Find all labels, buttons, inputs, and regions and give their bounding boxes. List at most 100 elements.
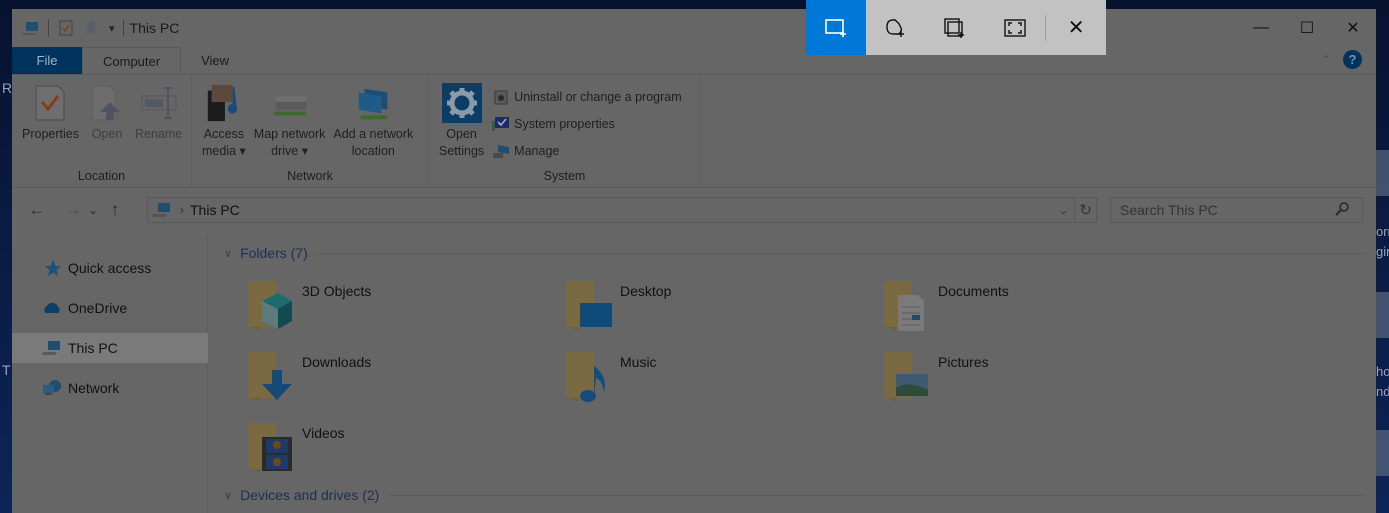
address-bar[interactable]: › This PC ⌄ (147, 197, 1075, 223)
ribbon-group-system: Open Settings Uninstall or change a prog… (429, 76, 701, 187)
desktop-label: T (2, 362, 11, 378)
folder-name: Downloads (302, 354, 372, 370)
recent-locations-button[interactable]: ⌄ (86, 203, 100, 217)
folder-item-downloads[interactable]: Downloads (246, 348, 546, 408)
chevron-down-icon[interactable]: ∨ (224, 247, 232, 260)
sidebar-item-this-pc[interactable]: This PC (12, 333, 208, 363)
folder-name: Pictures (938, 354, 989, 370)
network-icon (43, 380, 61, 395)
sidebar-item-network[interactable]: Network (12, 373, 208, 403)
3d-objects-folder-icon (248, 281, 292, 331)
network-location-icon (359, 88, 388, 120)
up-button[interactable]: ↑ (102, 200, 128, 220)
media-server-icon (207, 84, 238, 122)
ribbon: Properties Open Rename Location Access m… (12, 76, 1376, 188)
tab-file[interactable]: File (12, 47, 82, 74)
devices-header-label: Devices and drives (2) (240, 487, 380, 503)
collapse-ribbon-icon[interactable]: ⌃ (1321, 53, 1331, 67)
open-label: Open (91, 127, 123, 141)
help-icon[interactable]: ? (1343, 50, 1362, 69)
sidebar-item-quick-access[interactable]: Quick access (12, 253, 208, 283)
snip-close-button[interactable]: ✕ (1046, 0, 1106, 55)
desktop-label: gin (1376, 244, 1389, 259)
desktop-label: orr (1376, 224, 1389, 239)
folder-item-music[interactable]: Music (564, 348, 864, 408)
sidebar-label: Network (68, 380, 120, 396)
folder-item-desktop[interactable]: Desktop (564, 277, 864, 337)
open-settings-label: Open (446, 127, 477, 141)
content-pane: ∨ Folders (7) 3D Objects Desktop Documen… (212, 235, 1364, 513)
manage-label: Manage (514, 143, 560, 158)
open-settings-label-2: Settings (439, 144, 485, 158)
manage-button[interactable]: Manage (492, 140, 681, 161)
folder-name: 3D Objects (302, 283, 372, 299)
desktop-file-icon[interactable] (1376, 292, 1389, 338)
breadcrumb-separator-icon[interactable]: › (180, 203, 184, 217)
close-button[interactable]: ✕ (1330, 9, 1376, 47)
settings-gear-icon (441, 83, 482, 123)
chevron-down-icon[interactable]: ∨ (224, 489, 232, 502)
address-dropdown-icon[interactable]: ⌄ (1059, 204, 1068, 217)
new-folder-icon[interactable] (83, 20, 101, 36)
network-drive-icon (273, 96, 306, 116)
desktop-right-edge: orr gin ho nd (1376, 0, 1389, 513)
ribbon-group-network: Access media ▾ Map network drive ▾ Add a… (192, 76, 429, 187)
sidebar-label: Quick access (68, 260, 152, 276)
folder-item-videos[interactable]: Videos (246, 419, 546, 479)
divider (317, 252, 1364, 254)
minimize-button[interactable]: — (1238, 9, 1284, 47)
uninstall-program-button[interactable]: Uninstall or change a program (492, 86, 682, 107)
sidebar-item-onedrive[interactable]: OneDrive (12, 293, 208, 323)
fullscreen-snip-button[interactable] (985, 0, 1045, 55)
desktop-left-edge: R T (0, 0, 12, 513)
separator (48, 19, 49, 37)
system-properties-button[interactable]: System properties (492, 113, 681, 134)
desktop-folder-icon (566, 281, 612, 331)
folder-item-pictures[interactable]: Pictures (882, 348, 1182, 408)
snip-toolbar: ✕ (806, 0, 1106, 55)
search-icon[interactable] (1334, 201, 1350, 217)
back-button[interactable]: ← (24, 200, 50, 220)
properties-icon (35, 85, 65, 121)
refresh-button[interactable]: ↻ (1075, 197, 1097, 223)
tab-view[interactable]: View (181, 47, 249, 74)
folder-item-3d-objects[interactable]: 3D Objects (246, 277, 546, 337)
ribbon-group-location: Properties Open Rename Location (12, 76, 192, 187)
navigation-pane: Quick access OneDrive This PC Network (12, 235, 208, 513)
rectangular-snip-icon (825, 18, 846, 37)
desktop-file-icon[interactable] (1376, 430, 1389, 476)
cloud-icon (44, 302, 60, 313)
freeform-snip-icon (885, 18, 904, 37)
uninstall-program-label: Uninstall or change a program (514, 89, 682, 104)
desktop-file-icon[interactable] (1376, 150, 1389, 196)
rectangular-snip-button[interactable] (806, 0, 866, 55)
window-snip-icon (944, 17, 965, 38)
window-snip-button[interactable] (926, 0, 986, 55)
folders-section-header[interactable]: ∨ Folders (7) (224, 245, 1364, 261)
music-folder-icon (566, 352, 605, 402)
freeform-snip-button[interactable] (866, 0, 926, 55)
folder-name: Music (620, 354, 657, 370)
forward-button[interactable]: → (60, 200, 86, 220)
computer-icon (22, 22, 38, 35)
properties-icon[interactable] (57, 20, 75, 36)
search-input[interactable]: Search This PC (1110, 197, 1363, 223)
devices-section-header[interactable]: ∨ Devices and drives (2) (224, 487, 1364, 503)
minimize-icon: — (1253, 19, 1269, 36)
desktop-label: ho (1376, 364, 1389, 379)
group-label: Network (287, 169, 333, 183)
breadcrumb-this-pc[interactable]: This PC (190, 202, 240, 218)
computer-icon (42, 341, 60, 355)
maximize-button[interactable]: ☐ (1284, 9, 1330, 47)
folder-item-documents[interactable]: Documents (882, 277, 1182, 337)
fullscreen-snip-icon (1004, 18, 1026, 37)
tab-computer[interactable]: Computer (82, 47, 182, 74)
close-icon: ✕ (1067, 17, 1085, 39)
customize-toolbar-dropdown-icon[interactable]: ▾ (109, 22, 115, 35)
sidebar-label: OneDrive (68, 300, 128, 316)
group-label: System (543, 169, 586, 183)
star-icon (45, 260, 61, 276)
desktop-label: R (2, 80, 13, 96)
system-properties-icon (492, 116, 510, 131)
access-media-label-2: media ▾ (202, 144, 246, 158)
